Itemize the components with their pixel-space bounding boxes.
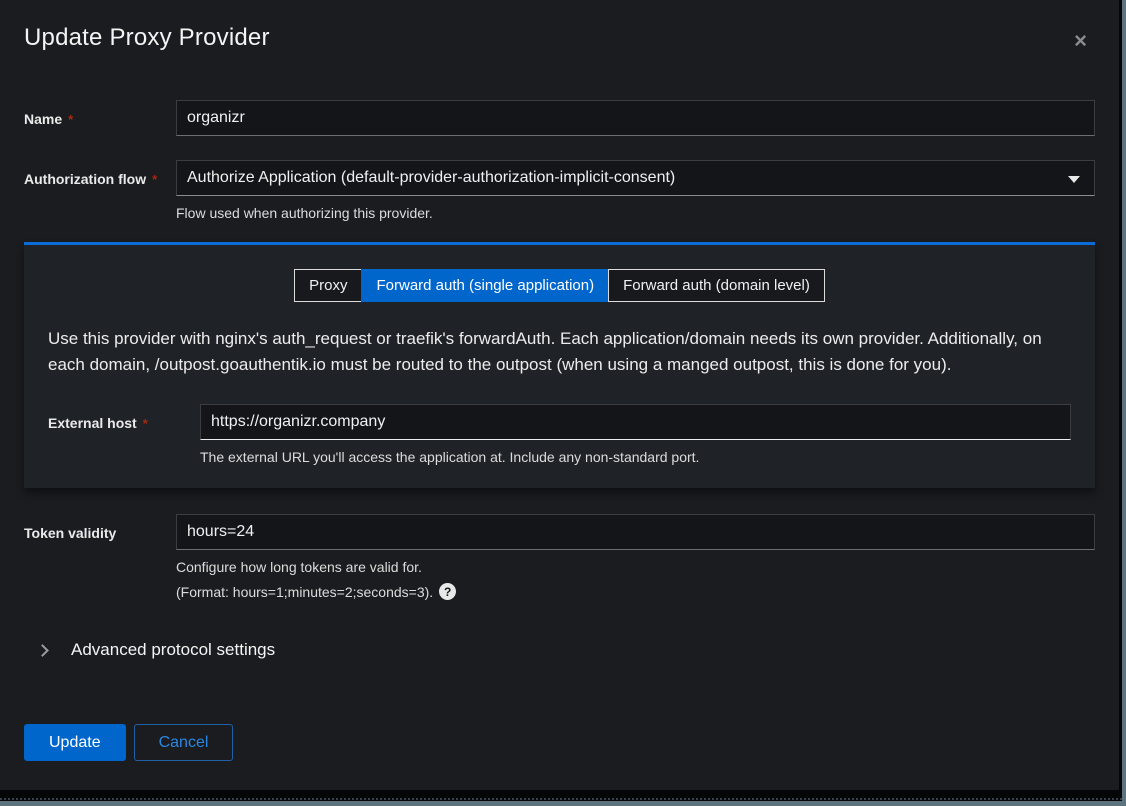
- modal-header: Update Proxy Provider ×: [0, 0, 1119, 56]
- provider-form: Name* Authorization flow* Authorize Appl…: [0, 100, 1119, 660]
- authorization-flow-label: Authorization flow*: [24, 160, 176, 187]
- advanced-protocol-settings-label: Advanced protocol settings: [71, 640, 275, 660]
- name-field-row: Name*: [24, 100, 1095, 136]
- token-validity-input[interactable]: [176, 514, 1095, 550]
- screenshot-frame: Update Proxy Provider × Name* Authorizat…: [0, 0, 1126, 806]
- frame-right-edge: [1122, 0, 1126, 806]
- frame-dotted-edge: [0, 798, 1126, 800]
- token-validity-row: Token validity Configure how long tokens…: [24, 514, 1095, 601]
- chevron-down-icon: [1068, 176, 1080, 183]
- tab-forward-auth-domain-level[interactable]: Forward auth (domain level): [608, 269, 825, 302]
- chevron-right-icon: [36, 644, 49, 657]
- advanced-protocol-settings-toggle[interactable]: Advanced protocol settings: [24, 640, 1095, 660]
- modal-title: Update Proxy Provider: [24, 24, 270, 52]
- close-icon[interactable]: ×: [1066, 26, 1095, 56]
- token-validity-format-help: (Format: hours=1;minutes=2;seconds=3). ?: [176, 583, 1095, 600]
- authorization-flow-select[interactable]: Authorize Application (default-provider-…: [176, 160, 1095, 196]
- cancel-button[interactable]: Cancel: [134, 724, 234, 761]
- authorization-flow-row: Authorization flow* Authorize Applicatio…: [24, 160, 1095, 224]
- authorization-flow-selected-value: Authorize Application (default-provider-…: [187, 169, 675, 187]
- mode-description: Use this provider with nginx's auth_requ…: [48, 326, 1058, 379]
- required-asterisk: *: [68, 112, 73, 127]
- tab-forward-auth-single-application[interactable]: Forward auth (single application): [361, 269, 609, 302]
- external-host-row: External host* The external URL you'll a…: [48, 404, 1071, 468]
- update-proxy-provider-modal: Update Proxy Provider × Name* Authorizat…: [0, 0, 1119, 790]
- required-asterisk: *: [143, 416, 148, 431]
- name-label: Name*: [24, 100, 176, 127]
- authorization-flow-help: Flow used when authorizing this provider…: [176, 204, 1095, 224]
- frame-bottom-edge: [0, 801, 1126, 806]
- tab-proxy[interactable]: Proxy: [294, 269, 362, 302]
- required-asterisk: *: [152, 172, 157, 187]
- name-input[interactable]: [176, 100, 1095, 136]
- token-validity-label: Token validity: [24, 514, 176, 541]
- modal-footer: Update Cancel: [0, 724, 1119, 761]
- token-validity-help: Configure how long tokens are valid for.: [176, 558, 1095, 578]
- update-button[interactable]: Update: [24, 724, 126, 761]
- external-host-help: The external URL you'll access the appli…: [200, 448, 1071, 468]
- help-question-icon[interactable]: ?: [439, 583, 456, 600]
- external-host-label: External host*: [48, 404, 200, 431]
- proxy-mode-toggle-group: Proxy Forward auth (single application) …: [48, 269, 1071, 302]
- external-host-input[interactable]: [200, 404, 1071, 440]
- proxy-mode-card: Proxy Forward auth (single application) …: [24, 242, 1095, 488]
